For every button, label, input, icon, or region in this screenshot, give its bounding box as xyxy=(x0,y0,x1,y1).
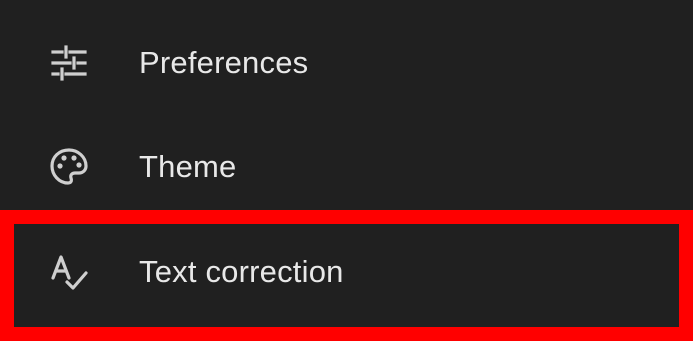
palette-icon xyxy=(48,146,90,188)
sliders-icon xyxy=(48,42,90,84)
menu-item-label: Preferences xyxy=(139,45,309,80)
settings-menu: Preferences Theme Text correction xyxy=(0,0,693,341)
menu-item-theme[interactable]: Theme xyxy=(0,115,693,219)
spellcheck-icon xyxy=(48,251,90,293)
menu-item-text-correction[interactable]: Text correction xyxy=(0,220,693,324)
menu-item-label: Theme xyxy=(139,149,237,184)
menu-item-preferences[interactable]: Preferences xyxy=(0,11,693,115)
menu-item-label: Text correction xyxy=(139,254,344,289)
